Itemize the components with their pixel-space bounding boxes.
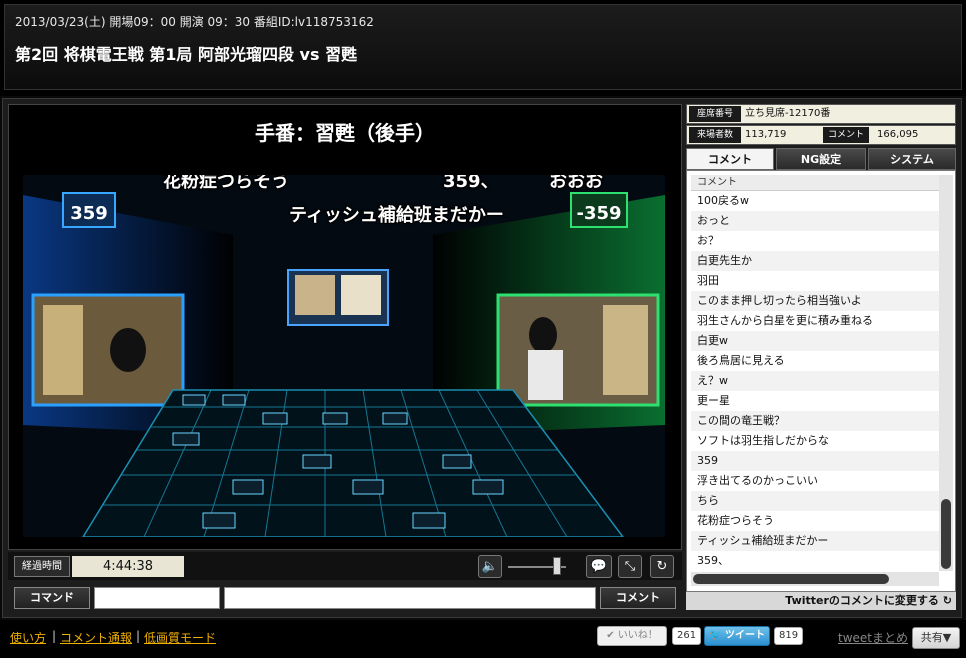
page-root: 2013/03/23(土) 開場09：00 開演 09：30 番組ID:lv11… (0, 0, 966, 658)
comment-count-value: 166,095 (877, 129, 919, 140)
side-panel: 座席番号 立ち見席-12170番 来場者数 113,719 コメント 166,0… (686, 104, 956, 612)
link-report-comment[interactable]: コメント通報 (60, 629, 132, 646)
seat-value: 立ち見席-12170番 (745, 108, 831, 119)
footer-bar: 使い方 | コメント通報 | 低画質モード ✔ いいね！ 261 🐦 ツイート … (0, 620, 966, 658)
danmaku-comment: 359、 (443, 175, 499, 192)
footer-separator: | (136, 629, 141, 643)
fullscreen-button[interactable]: ⤡ (618, 555, 642, 578)
comment-row[interactable]: 359 (691, 451, 939, 471)
comment-horizontal-scrollbar[interactable] (691, 572, 939, 586)
share-button[interactable]: 共有▼ (912, 627, 960, 649)
like-button[interactable]: ✔ いいね！ (597, 626, 667, 646)
comment-row[interactable]: 白更w (691, 331, 939, 351)
comment-row[interactable]: ちら (691, 491, 939, 511)
program-info-box: 2013/03/23(土) 開場09：00 開演 09：30 番組ID:lv11… (4, 4, 962, 90)
svg-text:-359: -359 (576, 203, 621, 224)
refresh-icon: ↻ (942, 594, 952, 607)
twitter-comment-toggle[interactable]: Twitterのコメントに変更する ↻ (686, 592, 956, 610)
video-area: 手番：習甦（後手） 359 -359 花粉症つらそう 359、 おおお ティッシ… (8, 104, 682, 550)
elapsed-time-value: 4:44:38 (72, 556, 184, 577)
svg-text:359: 359 (70, 203, 108, 224)
comment-row[interactable]: ティッシュ補給班まだかー (691, 531, 939, 551)
fullscreen-icon: ⤡ (624, 559, 636, 574)
stats-row: 来場者数 113,719 コメント 166,095 (686, 125, 956, 145)
comment-row[interactable]: このまま押し切ったら相当強いよ (691, 291, 939, 311)
tab-ng-settings[interactable]: NG設定 (776, 148, 866, 170)
comment-input[interactable] (224, 587, 596, 609)
player-frame: 手番：習甦（後手） 359 -359 花粉症つらそう 359、 おおお ティッシ… (2, 98, 962, 618)
comment-row[interactable]: お？ (691, 231, 939, 251)
footer-separator: | (52, 629, 57, 643)
speech-bubble-icon: 💬 (590, 559, 608, 574)
comment-form: コマンド コメント (8, 586, 682, 612)
comment-row[interactable]: 359、 (691, 551, 939, 571)
turn-indicator: 手番：習甦（後手） (9, 105, 681, 161)
reload-icon: ↻ (656, 559, 668, 574)
comment-submit-button[interactable]: コメント (600, 587, 676, 609)
comment-row[interactable]: 花粉症つらそう (691, 511, 939, 531)
horizontal-scroll-thumb[interactable] (693, 574, 889, 584)
seat-row: 座席番号 立ち見席-12170番 (686, 104, 956, 124)
comment-row[interactable]: 羽生さんから白星を更に積み重ねる (691, 311, 939, 331)
video-screen[interactable]: 359 -359 花粉症つらそう 359、 おおお ティッシュ補給班まだかー (23, 175, 665, 537)
comment-list-panel: コメント 100戻るw おっと お？ 白更先生か 羽田 このまま押し切ったら相当強いよ 羽生… (686, 170, 956, 592)
seat-label: 座席番号 (689, 106, 741, 122)
comment-row[interactable]: 更ー星 (691, 391, 939, 411)
player-controls: 経過時間 4:44:38 🔈 💬 ⤡ ↻ (8, 552, 682, 580)
comment-list: 100戻るw おっと お？ 白更先生か 羽田 このまま押し切ったら相当強いよ 羽生さんから白… (691, 191, 939, 571)
visitors-label: 来場者数 (689, 127, 741, 143)
danmaku-comment: おおお (549, 175, 603, 192)
comment-row[interactable]: この間の竜王戦？ (691, 411, 939, 431)
comment-column-header: コメント (691, 175, 939, 191)
comment-row[interactable]: ソフトは羽生指しだからな (691, 431, 939, 451)
command-button[interactable]: コマンド (14, 587, 90, 609)
tab-system[interactable]: システム (868, 148, 956, 170)
mute-button[interactable]: 🔈 (478, 555, 502, 578)
danmaku-comment: 花粉症つらそう (163, 175, 289, 192)
comment-row[interactable]: 後ろ鳥居に見える (691, 351, 939, 371)
vertical-scroll-thumb[interactable] (941, 499, 951, 569)
command-input[interactable] (94, 587, 220, 609)
comment-visibility-button[interactable]: 💬 (586, 555, 612, 578)
comment-row[interactable]: おっと (691, 211, 939, 231)
tweet-label: ツイート (724, 630, 765, 641)
side-tabs: コメント NG設定 システム (686, 148, 956, 170)
link-low-quality-mode[interactable]: 低画質モード (144, 629, 216, 646)
elapsed-time-label: 経過時間 (14, 556, 70, 577)
tweet-summary-link[interactable]: tweetまとめ (838, 629, 908, 646)
danmaku-comment: ティッシュ補給班まだかー (289, 205, 504, 226)
comment-row[interactable]: 白更先生か (691, 251, 939, 271)
tab-comment[interactable]: コメント (686, 148, 774, 170)
program-header: 2013/03/23(土) 開場09：00 開演 09：30 番組ID:lv11… (0, 0, 966, 96)
comment-count-label: コメント (823, 127, 869, 143)
reload-button[interactable]: ↻ (650, 555, 674, 578)
comment-row[interactable]: 100戻るw (691, 191, 939, 211)
like-count: 261 (672, 627, 702, 645)
comment-row[interactable]: え？w (691, 371, 939, 391)
check-icon: ✔ (606, 630, 615, 641)
visitors-value: 113,719 (745, 129, 787, 140)
program-meta: 2013/03/23(土) 開場09：00 開演 09：30 番組ID:lv11… (15, 15, 374, 29)
comment-row[interactable]: 浮き出てるのかっこいい (691, 471, 939, 491)
twitter-toggle-label: Twitterのコメントに変更する (785, 594, 939, 607)
comment-row[interactable]: 羽田 (691, 271, 939, 291)
like-label: いいね！ (617, 630, 658, 641)
program-title: 第2回 将棋電王戦 第1局 阿部光瑠四段 vs 習甦 (15, 45, 358, 64)
tweet-count: 819 (774, 627, 804, 645)
link-usage[interactable]: 使い方 (10, 629, 46, 646)
tweet-button[interactable]: 🐦 ツイート (704, 626, 770, 646)
speaker-icon: 🔈 (481, 559, 499, 574)
comment-vertical-scrollbar[interactable] (939, 175, 953, 571)
volume-slider-knob[interactable] (553, 557, 561, 575)
video-frame-image: 359 -359 (23, 175, 665, 537)
twitter-bird-icon: 🐦 (709, 630, 722, 641)
